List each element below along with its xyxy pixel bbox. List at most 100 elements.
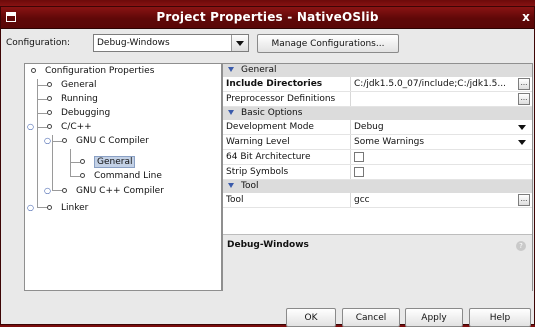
ok-button[interactable]: OK xyxy=(286,308,336,327)
column-divider xyxy=(350,120,351,134)
property-name: Include Directories xyxy=(226,79,323,89)
category-basic-options-header[interactable]: Basic Options xyxy=(223,107,532,120)
browse-ellipsis-button[interactable]: ... xyxy=(518,194,530,206)
node-icon xyxy=(31,68,36,73)
combo-dropdown-button[interactable] xyxy=(231,35,248,51)
tree-item-label: Configuration Properties xyxy=(45,66,155,76)
property-name: Development Mode xyxy=(226,122,314,132)
collapse-arrow-icon xyxy=(228,110,234,115)
tree-item-gnu-c-compiler[interactable]: GNU C Compiler xyxy=(62,134,149,148)
apply-button[interactable]: Apply xyxy=(405,308,463,327)
category-general-header[interactable]: General xyxy=(223,64,532,77)
help-icon: ? xyxy=(516,241,526,251)
chevron-down-icon[interactable] xyxy=(518,125,526,130)
tree-guide-line xyxy=(37,85,47,86)
browse-ellipsis-button[interactable]: ... xyxy=(518,93,530,105)
category-tool-header[interactable]: Tool xyxy=(223,180,532,193)
tree-item-debugging[interactable]: Debugging xyxy=(47,106,110,120)
tree-guide-line xyxy=(70,176,80,177)
property-value[interactable]: gcc xyxy=(354,193,514,207)
property-row-warning-level[interactable]: Warning Level Some Warnings xyxy=(223,135,532,150)
tree-item-label: GNU C Compiler xyxy=(76,136,149,146)
arch64-checkbox[interactable] xyxy=(354,152,364,162)
manage-configurations-button[interactable]: Manage Configurations... xyxy=(257,34,399,53)
cancel-button[interactable]: Cancel xyxy=(342,308,400,327)
node-icon xyxy=(47,96,52,101)
property-sheet-panel: General Include Directories C:/jdk1.5.0_… xyxy=(222,63,533,291)
tree-item-command-line[interactable]: Command Line xyxy=(80,169,162,183)
node-icon xyxy=(47,205,52,210)
tree-guide-line xyxy=(37,113,47,114)
node-icon xyxy=(47,124,52,129)
tree-item-c-cpp[interactable]: C/C++ xyxy=(47,120,92,134)
description-title: Debug-Windows xyxy=(227,240,309,250)
column-divider xyxy=(350,165,351,179)
tree-item-linker[interactable]: Linker xyxy=(47,201,88,215)
chevron-down-icon xyxy=(236,40,244,46)
property-row-preprocessor-definitions[interactable]: Preprocessor Definitions ... xyxy=(223,92,532,107)
property-value[interactable]: Some Warnings xyxy=(354,135,514,149)
tree-item-running[interactable]: Running xyxy=(47,92,98,106)
property-row-include-directories[interactable]: Include Directories C:/jdk1.5.0_07/inclu… xyxy=(223,77,532,92)
property-name: Preprocessor Definitions xyxy=(226,94,336,104)
node-icon xyxy=(80,159,85,164)
node-icon xyxy=(62,138,67,143)
tree-item-label: Running xyxy=(61,94,98,104)
property-name: Warning Level xyxy=(226,137,290,147)
project-properties-dialog: Project Properties - NativeOSlib x Confi… xyxy=(0,6,535,327)
property-name: Tool xyxy=(226,195,244,205)
window-title: Project Properties - NativeOSlib xyxy=(156,10,379,24)
tree-guide-line xyxy=(52,135,53,190)
property-row-strip-symbols[interactable]: Strip Symbols xyxy=(223,165,532,180)
tree-guide-line xyxy=(70,162,80,163)
expand-toggle-icon[interactable]: ○ xyxy=(44,187,52,195)
tree-item-label: General xyxy=(61,80,97,90)
property-row-development-mode[interactable]: Development Mode Debug xyxy=(223,120,532,135)
close-icon[interactable]: x xyxy=(518,9,534,25)
configuration-selected-value: Debug-Windows xyxy=(97,38,170,48)
property-row-64-bit-architecture[interactable]: 64 Bit Architecture xyxy=(223,150,532,165)
expand-toggle-icon[interactable]: ○ xyxy=(27,204,35,212)
collapse-arrow-icon xyxy=(228,67,234,72)
column-divider xyxy=(350,135,351,149)
tree-item-label-selected: General xyxy=(94,156,136,168)
title-bar[interactable]: Project Properties - NativeOSlib x xyxy=(1,7,534,29)
tree-guide-line xyxy=(37,99,47,100)
tree-item-label: GNU C++ Compiler xyxy=(76,186,164,196)
tree-item-label: Linker xyxy=(61,203,89,213)
tree-guide-line xyxy=(52,141,62,142)
strip-symbols-checkbox[interactable] xyxy=(354,167,364,177)
collapse-arrow-icon xyxy=(228,183,234,188)
tree-item-general[interactable]: General xyxy=(47,78,96,92)
collapse-toggle-icon[interactable]: ○ xyxy=(44,137,52,145)
property-value[interactable]: C:/jdk1.5.0_07/include;C:/jdk1.5... xyxy=(354,77,514,91)
column-divider xyxy=(350,150,351,164)
configuration-select[interactable]: Debug-Windows xyxy=(93,34,249,52)
property-name: 64 Bit Architecture xyxy=(226,152,311,162)
tree-item-label: Command Line xyxy=(94,171,162,181)
property-value[interactable]: Debug xyxy=(354,120,514,134)
column-divider xyxy=(350,92,351,106)
tree-item-gnu-c-general[interactable]: General xyxy=(80,155,136,169)
property-sheet: General Include Directories C:/jdk1.5.0_… xyxy=(223,64,532,232)
collapse-toggle-icon[interactable]: ○ xyxy=(27,123,35,131)
node-icon xyxy=(80,173,85,178)
property-row-tool[interactable]: Tool gcc ... xyxy=(223,193,532,208)
tree-item-gnu-cpp-compiler[interactable]: GNU C++ Compiler xyxy=(62,184,164,198)
property-name: Strip Symbols xyxy=(226,167,289,177)
categories-tree: Configuration Properties General Running… xyxy=(24,63,222,291)
description-area: Debug-Windows ? xyxy=(223,234,532,291)
chevron-down-icon[interactable] xyxy=(518,140,526,145)
help-button[interactable]: Help xyxy=(469,308,531,327)
configuration-label: Configuration: xyxy=(6,38,71,48)
tree-item-configuration-properties[interactable]: Configuration Properties xyxy=(31,64,154,78)
category-label: Basic Options xyxy=(241,108,303,118)
tree-item-label: Debugging xyxy=(61,108,111,118)
tree-item-label: C/C++ xyxy=(61,122,92,132)
tree-guide-line xyxy=(37,207,47,208)
browse-ellipsis-button[interactable]: ... xyxy=(518,78,530,90)
column-divider xyxy=(350,77,351,91)
tree-guide-line xyxy=(37,127,47,128)
category-label: General xyxy=(241,65,277,75)
configuration-row: Configuration: Debug-Windows Manage Conf… xyxy=(1,31,534,57)
